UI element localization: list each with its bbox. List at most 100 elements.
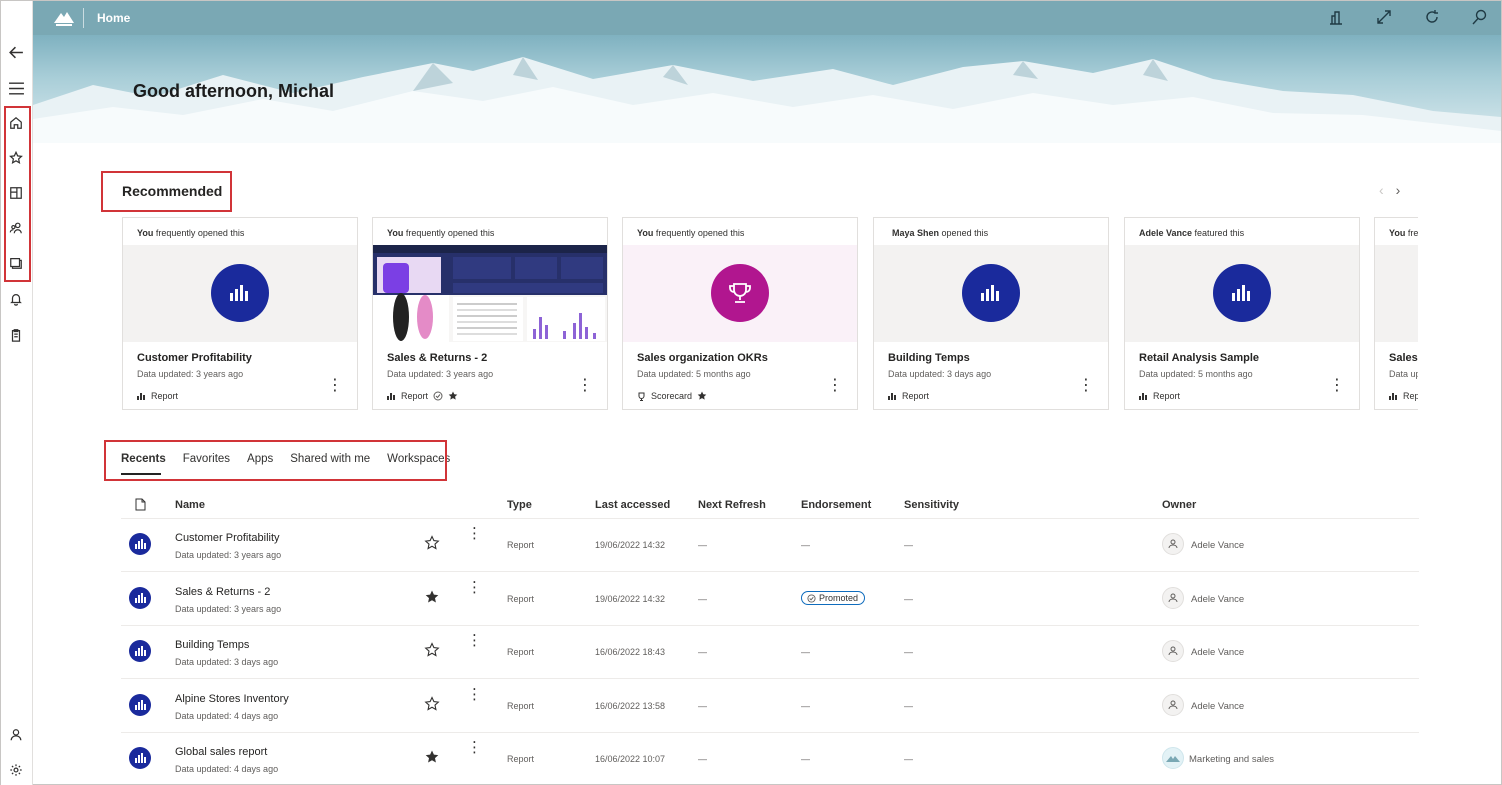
col-owner[interactable]: Owner bbox=[1162, 499, 1196, 511]
chevron-left-icon[interactable]: ‹ bbox=[1379, 182, 1384, 198]
row-owner[interactable]: Adele Vance bbox=[1191, 540, 1244, 551]
report-icon bbox=[1213, 264, 1271, 322]
more-options-icon[interactable]: ⋮ bbox=[1329, 378, 1345, 394]
card-action: frequently opened this bbox=[155, 228, 245, 238]
more-options-icon[interactable]: ⋮ bbox=[827, 378, 843, 394]
back-arrow-icon[interactable] bbox=[5, 41, 27, 63]
row-endorsement: — bbox=[801, 701, 810, 711]
user-icon[interactable] bbox=[5, 724, 27, 746]
favorite-star-icon bbox=[697, 391, 707, 400]
mobile-layout-icon[interactable] bbox=[1327, 8, 1345, 26]
page-title: Home bbox=[97, 11, 131, 25]
row-last-accessed: 19/06/2022 14:32 bbox=[595, 540, 666, 550]
card-action: opened this bbox=[941, 228, 989, 238]
trophy-icon bbox=[711, 264, 769, 322]
more-options-icon[interactable]: ⋮ bbox=[467, 687, 482, 702]
report-type-icon bbox=[137, 393, 145, 400]
col-name[interactable]: Name bbox=[175, 499, 205, 511]
row-name[interactable]: Global sales report bbox=[175, 746, 267, 758]
favorite-star-filled-icon[interactable] bbox=[424, 589, 440, 605]
recommended-highlight-box bbox=[101, 171, 232, 212]
row-owner[interactable]: Marketing and sales bbox=[1189, 754, 1274, 765]
card-type: Scorecard bbox=[651, 391, 693, 401]
row-name[interactable]: Building Temps bbox=[175, 639, 249, 651]
report-icon bbox=[129, 533, 151, 555]
more-options-icon[interactable]: ⋮ bbox=[467, 633, 482, 648]
card-updated: Data updated: 3 years ago bbox=[387, 369, 494, 379]
more-options-icon[interactable]: ⋮ bbox=[467, 740, 482, 755]
row-sensitivity: — bbox=[904, 701, 913, 711]
col-endorsement[interactable]: Endorsement bbox=[801, 499, 871, 511]
row-updated: Data updated: 3 days ago bbox=[175, 657, 279, 667]
recommended-card[interactable]: You frequently opened this Sales organiz… bbox=[622, 217, 858, 410]
carousel-nav: ‹ › bbox=[1379, 182, 1400, 198]
row-last-accessed: 16/06/2022 18:43 bbox=[595, 647, 666, 657]
table-row[interactable]: Customer Profitability Data updated: 3 y… bbox=[121, 518, 1419, 572]
col-last-accessed[interactable]: Last accessed bbox=[595, 499, 670, 511]
row-next-refresh: — bbox=[698, 647, 707, 657]
card-action: fre bbox=[1407, 228, 1418, 238]
row-next-refresh: — bbox=[698, 594, 707, 604]
table-row[interactable]: Building Temps Data updated: 3 days ago … bbox=[121, 625, 1419, 679]
recommended-card[interactable]: You frequently opened this Sales & Retur… bbox=[372, 217, 608, 410]
favorite-star-outline-icon[interactable] bbox=[424, 696, 440, 712]
card-actor: Adele Vance bbox=[1139, 228, 1193, 238]
card-thumbnail bbox=[623, 245, 857, 342]
card-type: Report bbox=[1153, 391, 1181, 401]
workspace-avatar-icon bbox=[1162, 747, 1184, 769]
chevron-right-icon[interactable]: › bbox=[1396, 182, 1401, 198]
report-icon bbox=[129, 694, 151, 716]
row-next-refresh: — bbox=[698, 701, 707, 711]
more-options-icon[interactable]: ⋮ bbox=[1078, 378, 1094, 394]
favorite-star-filled-icon[interactable] bbox=[424, 749, 440, 765]
row-owner[interactable]: Adele Vance bbox=[1191, 701, 1244, 712]
table-row[interactable]: Sales & Returns - 2 Data updated: 3 year… bbox=[121, 572, 1419, 626]
card-actor: You bbox=[387, 228, 404, 238]
row-name[interactable]: Customer Profitability bbox=[175, 532, 280, 544]
bell-icon[interactable] bbox=[5, 288, 27, 310]
row-last-accessed: 19/06/2022 14:32 bbox=[595, 594, 666, 604]
row-owner[interactable]: Adele Vance bbox=[1191, 594, 1244, 605]
search-icon[interactable] bbox=[1471, 8, 1489, 26]
row-name[interactable]: Alpine Stores Inventory bbox=[175, 693, 289, 705]
refresh-icon[interactable] bbox=[1423, 8, 1441, 26]
row-next-refresh: — bbox=[698, 540, 707, 550]
row-type: Report bbox=[507, 540, 535, 550]
row-endorsement: — bbox=[801, 540, 810, 550]
col-sensitivity[interactable]: Sensitivity bbox=[904, 499, 959, 511]
recommended-card[interactable]: Maya Shen opened this Building Temps Dat… bbox=[873, 217, 1109, 410]
row-updated: Data updated: 3 years ago bbox=[175, 604, 282, 614]
card-title: Building Temps bbox=[888, 352, 970, 364]
more-options-icon[interactable]: ⋮ bbox=[327, 378, 343, 394]
recommended-card[interactable]: You frequently opened this Customer Prof… bbox=[122, 217, 358, 410]
row-updated: Data updated: 4 days ago bbox=[175, 711, 279, 721]
more-options-icon[interactable]: ⋮ bbox=[467, 526, 482, 541]
card-action: featured this bbox=[1194, 228, 1245, 238]
row-type: Report bbox=[507, 701, 535, 711]
col-next-refresh[interactable]: Next Refresh bbox=[698, 499, 766, 511]
table-row[interactable]: Alpine Stores Inventory Data updated: 4 … bbox=[121, 679, 1419, 733]
row-updated: Data updated: 3 years ago bbox=[175, 550, 282, 560]
settings-gear-icon[interactable] bbox=[5, 759, 27, 781]
tabs-highlight-box bbox=[104, 440, 447, 481]
clipboard-icon[interactable] bbox=[5, 324, 27, 346]
table-row[interactable]: Global sales report Data updated: 4 days… bbox=[121, 732, 1419, 785]
card-thumbnail bbox=[123, 245, 357, 342]
report-icon bbox=[211, 264, 269, 322]
row-type: Report bbox=[507, 754, 535, 764]
report-icon bbox=[129, 640, 151, 662]
favorite-star-outline-icon[interactable] bbox=[424, 535, 440, 551]
recommended-card[interactable]: Adele Vance featured this Retail Analysi… bbox=[1124, 217, 1360, 410]
recommended-cards: You frequently opened this Customer Prof… bbox=[122, 217, 1418, 411]
row-owner[interactable]: Adele Vance bbox=[1191, 647, 1244, 658]
expand-icon[interactable] bbox=[1375, 8, 1393, 26]
favorite-star-outline-icon[interactable] bbox=[424, 642, 440, 658]
owner-avatar-icon bbox=[1162, 533, 1184, 555]
col-type[interactable]: Type bbox=[507, 499, 532, 511]
hamburger-menu-icon[interactable] bbox=[5, 77, 27, 99]
recommended-card[interactable]: You fre Sales p Data up Repo bbox=[1374, 217, 1418, 410]
card-type: Report bbox=[902, 391, 930, 401]
row-name[interactable]: Sales & Returns - 2 bbox=[175, 586, 270, 598]
more-options-icon[interactable]: ⋮ bbox=[467, 580, 482, 595]
more-options-icon[interactable]: ⋮ bbox=[577, 378, 593, 394]
